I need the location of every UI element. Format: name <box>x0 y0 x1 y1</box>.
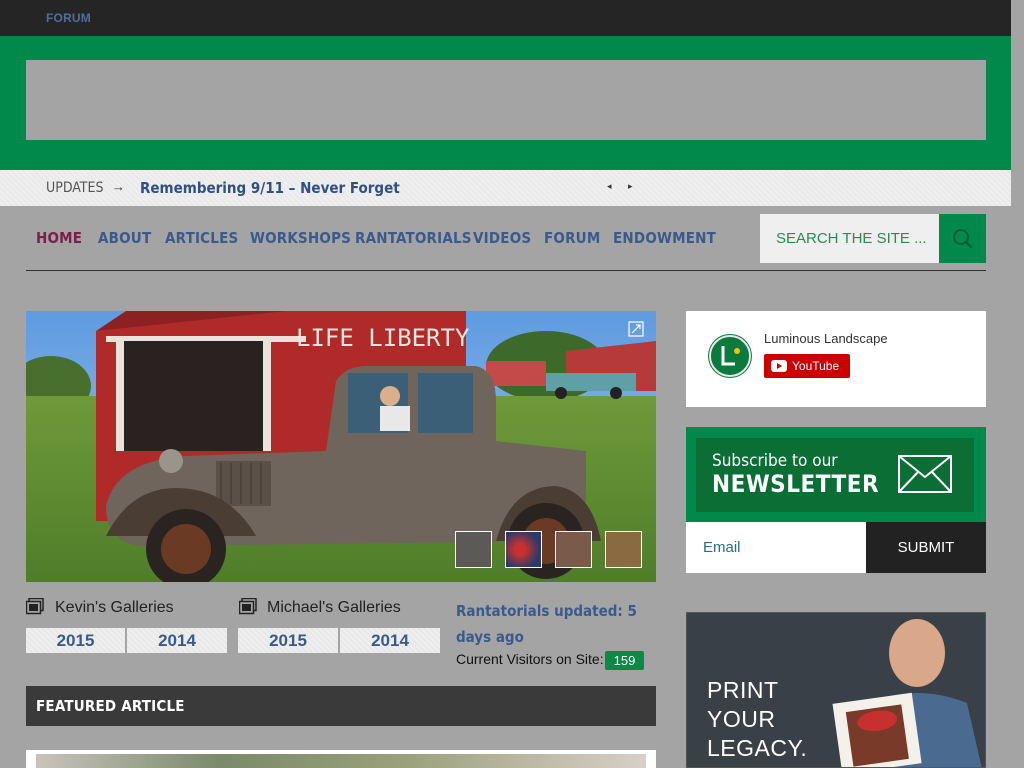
youtube-button-label: YouTube <box>792 359 840 373</box>
nav-item-forum[interactable]: FORUM <box>544 229 600 247</box>
nav-item-videos[interactable]: VIDEOS <box>473 229 531 247</box>
youtube-icon <box>771 360 787 372</box>
fullscreen-icon[interactable] <box>628 321 644 337</box>
ticker-label: UPDATES <box>46 180 104 196</box>
top-bar: FORUM <box>0 0 1011 36</box>
updates-ticker: UPDATES → Remembering 9/11 – Never Forge… <box>0 170 1011 206</box>
header-ad-placeholder <box>26 60 986 140</box>
nav-item-articles[interactable]: ARTICLES <box>165 229 238 247</box>
slider-thumbnail[interactable] <box>605 531 642 568</box>
search-box <box>760 214 986 263</box>
site-header <box>0 36 1011 170</box>
slider-thumbnail[interactable] <box>555 531 592 568</box>
newsletter-subtitle: Subscribe to our <box>712 451 838 471</box>
nav-item-rantatorials[interactable]: RANTATORIALS <box>355 229 472 247</box>
ticker-headline[interactable]: Remembering 9/11 – Never Forget <box>140 179 400 197</box>
gallery-year-button[interactable]: 2015 <box>26 628 125 653</box>
gallery-title-michael[interactable]: Michael's Galleries <box>267 599 401 617</box>
gallery-year-button[interactable]: 2014 <box>127 628 227 653</box>
slider-thumbnail[interactable] <box>505 531 542 568</box>
print-legacy-ad[interactable]: PRINT YOUR LEGACY. <box>686 612 986 768</box>
search-icon <box>953 229 973 249</box>
featured-article-image[interactable] <box>26 750 656 768</box>
ticker-prev-icon[interactable]: ◂ <box>607 181 612 192</box>
search-button[interactable] <box>939 214 986 263</box>
ticker-next-icon[interactable]: ▸ <box>628 181 633 192</box>
ad-line: PRINT <box>707 677 779 703</box>
gallery-icon <box>239 598 257 615</box>
nav-item-workshops[interactable]: WORKSHOPS <box>250 229 351 247</box>
gallery-year-button[interactable]: 2014 <box>340 628 440 653</box>
envelope-icon <box>898 455 952 493</box>
youtube-subscribe-button[interactable]: YouTube <box>764 354 850 378</box>
ticker-arrow-icon: → <box>112 179 125 194</box>
newsletter-banner: Subscribe to our NEWSLETTER <box>686 427 986 522</box>
luminous-landscape-logo-icon <box>709 335 751 377</box>
newsletter-title: NEWSLETTER <box>712 470 880 498</box>
channel-name: Luminous Landscape <box>764 331 888 346</box>
ad-portrait-image <box>817 613 985 767</box>
slider-thumbnail[interactable] <box>455 531 492 568</box>
nav-item-endowment[interactable]: ENDOWMENT <box>613 229 716 247</box>
search-input[interactable] <box>760 214 939 263</box>
nav-divider <box>26 270 986 271</box>
gallery-title-kevin[interactable]: Kevin's Galleries <box>55 599 174 617</box>
channel-logo <box>708 334 752 378</box>
gallery-year-button[interactable]: 2015 <box>238 628 338 653</box>
barn-sign-text: LIFE LIBERTY <box>296 324 470 352</box>
nav-item-home[interactable]: HOME <box>36 229 82 247</box>
visitors-count-badge: 159 <box>605 651 644 670</box>
newsletter-submit-button[interactable]: SUBMIT <box>866 522 986 573</box>
newsletter-email-input[interactable] <box>686 522 866 573</box>
ad-line: LEGACY. <box>707 735 808 761</box>
featured-article-title: FEATURED ARTICLE <box>36 697 185 715</box>
ad-line: YOUR <box>707 706 776 732</box>
topbar-forum-link[interactable]: FORUM <box>46 11 91 25</box>
featured-article-header: FEATURED ARTICLE <box>26 686 656 726</box>
youtube-widget: Luminous Landscape YouTube <box>686 311 986 407</box>
rantatorials-update-link[interactable]: Rantatorials updated: 5 days ago <box>456 598 656 650</box>
visitors-label: Current Visitors on Site: <box>456 651 604 667</box>
nav-item-about[interactable]: ABOUT <box>98 229 151 247</box>
gallery-icon <box>26 598 44 615</box>
